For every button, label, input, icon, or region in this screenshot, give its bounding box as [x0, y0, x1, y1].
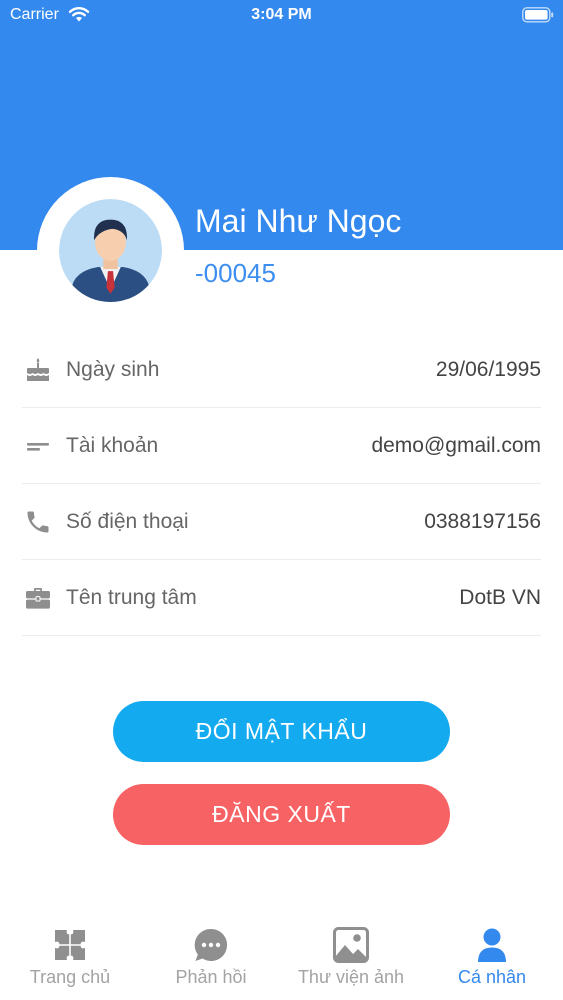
user-code: -00045: [195, 258, 276, 288]
info-row-account: Tài khoản demo@gmail.com: [22, 408, 541, 484]
tab-label-gallery: Thư viện ảnh: [297, 967, 405, 987]
tab-label-feedback: Phản hồi: [175, 967, 247, 987]
info-row-center: Tên trung tâm DotB VN: [22, 560, 541, 636]
info-label-birthday: Ngày sinh: [66, 358, 160, 381]
logout-button[interactable]: ĐĂNG XUẤT: [113, 784, 450, 845]
info-value-center: DotB VN: [459, 586, 541, 609]
briefcase-icon: [26, 588, 50, 609]
birthday-cake-icon: [27, 358, 49, 381]
info-label-center: Tên trung tâm: [66, 586, 197, 609]
info-list: Ngày sinh 29/06/1995 Tài khoản demo@gmai…: [22, 332, 541, 636]
info-row-birthday: Ngày sinh 29/06/1995: [22, 332, 541, 408]
tab-label-profile: Cá nhân: [457, 967, 527, 987]
tab-label-home: Trang chủ: [29, 967, 111, 987]
status-time: 3:04 PM: [251, 6, 312, 23]
tab-gallery[interactable]: Thư viện ảnh: [281, 915, 421, 1000]
battery-icon: [522, 7, 554, 23]
tab-bar: Trang chủ Phản hồi Thư viện ảnh Cá nhân: [0, 915, 563, 1000]
status-bar: Carrier 3:04 PM: [0, 0, 563, 30]
user-name: Mai Như Ngọc: [195, 203, 402, 239]
avatar[interactable]: [59, 199, 162, 302]
info-label-account: Tài khoản: [66, 434, 159, 457]
tab-home[interactable]: Trang chủ: [0, 915, 140, 1000]
chat-bubble-icon: [194, 928, 228, 961]
info-label-phone: Số điện thoại: [66, 510, 189, 533]
puzzle-icon: [55, 930, 85, 960]
info-value-birthday: 29/06/1995: [435, 358, 541, 381]
image-gallery-icon: [333, 927, 369, 963]
info-value-phone: 0388197156: [424, 510, 541, 533]
phone-icon: [27, 511, 49, 533]
info-value-account: demo@gmail.com: [371, 434, 541, 457]
tab-feedback[interactable]: Phản hồi: [141, 915, 281, 1000]
change-password-button[interactable]: ĐỔI MẬT KHẨU: [113, 701, 450, 762]
person-icon: [478, 928, 506, 962]
tab-profile[interactable]: Cá nhân: [422, 915, 562, 1000]
info-row-phone: Số điện thoại 0388197156: [22, 484, 541, 560]
account-lines-icon: [27, 443, 49, 451]
